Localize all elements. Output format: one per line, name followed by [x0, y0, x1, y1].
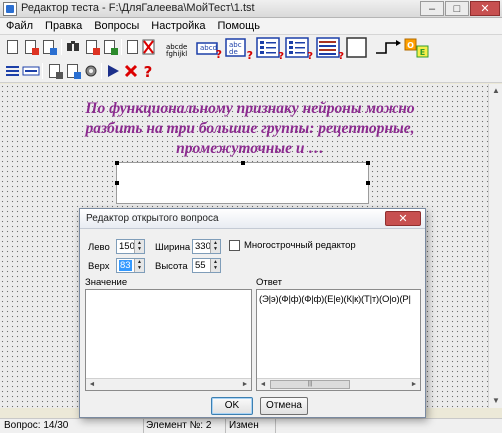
open-question-dialog: Редактор открытого вопроса ✕ Лево 150 ▲ ▼… — [79, 208, 426, 418]
menu-edit[interactable]: Правка — [39, 18, 88, 34]
menu-file[interactable]: Файл — [0, 18, 39, 34]
spin-down-icon[interactable]: ▼ — [211, 246, 220, 252]
save-test-icon[interactable] — [40, 38, 58, 56]
open-question-element-icon[interactable]: ? abcd — [196, 36, 222, 60]
svg-text:E: E — [420, 48, 425, 57]
delete-icon[interactable] — [122, 62, 140, 80]
resize-handle[interactable] — [241, 161, 245, 165]
element-number: Элемент №: 2 — [146, 420, 212, 431]
cut-icon[interactable] — [83, 38, 101, 56]
ordering-icon[interactable]: ? — [316, 36, 344, 62]
window-title: Редактор теста - F:\ДляГалеева\МойТест\1… — [21, 2, 255, 14]
connector-icon[interactable] — [374, 36, 402, 60]
menu-settings[interactable]: Настройка — [145, 18, 211, 34]
dialog-title: Редактор открытого вопроса — [86, 213, 219, 224]
status-bar: Вопрос: 14/30 Элемент №: 2 Измен — [0, 418, 502, 433]
width-label: Ширина — [155, 242, 191, 253]
scroll-up-icon[interactable]: ▲ — [489, 84, 502, 98]
scroll-down-icon[interactable]: ▼ — [489, 394, 502, 408]
scroll-left-icon[interactable]: ◄ — [257, 379, 269, 390]
answer-pattern[interactable]: (Э|э)(Ф|ф)(Ф|ф)(Е|е)(К|к)(Т|т)(О|о)(Р| — [259, 294, 411, 305]
edit-icon[interactable] — [64, 62, 82, 80]
help-icon[interactable]: ? — [139, 62, 157, 81]
menu-bar: Файл Правка Вопросы Настройка Помощь — [0, 18, 502, 35]
answer-input-element[interactable] — [115, 161, 370, 204]
left-spinner[interactable]: 150 ▲ ▼ — [116, 239, 145, 254]
resize-handle[interactable] — [115, 181, 119, 185]
scroll-right-icon[interactable]: ► — [408, 379, 420, 390]
answer-horizontal-scrollbar[interactable]: ◄ ||| ► — [257, 378, 420, 390]
toolbar-secondary: ? — [0, 59, 502, 83]
height-spinner[interactable]: 55 ▲ ▼ — [192, 258, 221, 273]
single-choice-icon[interactable]: ? — [256, 36, 284, 62]
cancel-button[interactable]: Отмена — [260, 397, 308, 415]
top-spinner[interactable]: 83 ▲ ▼ — [116, 258, 145, 273]
settings-icon[interactable] — [82, 62, 100, 80]
copy-icon[interactable] — [46, 62, 64, 80]
delete-page-icon[interactable] — [140, 38, 158, 56]
spin-down-icon[interactable]: ▼ — [211, 265, 220, 271]
height-label: Высота — [155, 261, 188, 272]
multiple-choice-icon[interactable]: ? — [285, 36, 313, 62]
open-test-icon[interactable] — [22, 38, 40, 56]
left-label: Лево — [88, 242, 110, 253]
resize-handle[interactable] — [115, 161, 119, 165]
toolbar-main: abcde fghijkl ? abcd ? abc de ? ? ? O E — [0, 35, 502, 62]
ok-button[interactable]: OK — [211, 397, 253, 415]
menu-questions[interactable]: Вопросы — [88, 18, 145, 34]
title-bar: Редактор теста - F:\ДляГалеева\МойТест\1… — [0, 0, 502, 18]
field-icon[interactable] — [22, 62, 40, 80]
svg-text:O: O — [407, 41, 414, 50]
resize-handle[interactable] — [366, 181, 370, 185]
list-icon[interactable] — [4, 62, 22, 80]
paste-icon[interactable] — [101, 38, 119, 56]
text-element-icon[interactable]: abcde fghijkl — [164, 36, 194, 60]
menu-help[interactable]: Помощь — [211, 18, 266, 34]
answer-textarea[interactable]: (Э|э)(Ф|ф)(Ф|ф)(Е|е)(К|к)(Т|т)(О|о)(Р| ◄… — [256, 289, 421, 391]
question-text[interactable]: По функциональному признаку нейроны можн… — [60, 99, 440, 159]
edit-mode: Измен — [229, 420, 259, 431]
scroll-left-icon[interactable]: ◄ — [86, 379, 98, 390]
dialog-close-button[interactable]: ✕ — [385, 211, 421, 226]
app-icon — [3, 2, 17, 16]
scroll-thumb[interactable]: ||| — [270, 380, 350, 389]
resize-handle[interactable] — [366, 161, 370, 165]
dialog-title-bar: Редактор открытого вопроса ✕ — [80, 209, 425, 229]
find-icon[interactable] — [65, 38, 83, 56]
answer-label: Ответ — [256, 277, 282, 288]
new-test-icon[interactable] — [4, 38, 22, 56]
spin-down-icon[interactable]: ▼ — [135, 246, 144, 252]
value-label: Значение — [85, 277, 128, 288]
frame-icon[interactable] — [346, 36, 368, 60]
canvas-vertical-scrollbar[interactable]: ▲ ▼ — [488, 84, 502, 408]
top-label: Верх — [88, 261, 110, 272]
question-counter: Вопрос: 14/30 — [4, 420, 69, 431]
order-elements-icon[interactable]: O E — [403, 36, 433, 60]
multiline-checkbox[interactable] — [229, 240, 240, 251]
run-icon[interactable] — [104, 62, 122, 80]
maximize-button[interactable]: □ — [445, 1, 469, 16]
scroll-right-icon[interactable]: ► — [239, 379, 251, 390]
value-textarea[interactable]: ◄ ► — [85, 289, 252, 391]
multiline-label: Многострочный редактор — [244, 240, 356, 251]
width-spinner[interactable]: 330 ▲ ▼ — [192, 239, 221, 254]
spin-down-icon[interactable]: ▼ — [135, 265, 144, 271]
svg-text:?: ? — [144, 63, 153, 80]
answer-element-icon[interactable]: ? abc de — [225, 36, 253, 60]
close-button[interactable]: ✕ — [470, 1, 500, 16]
value-horizontal-scrollbar[interactable]: ◄ ► — [86, 378, 251, 390]
minimize-button[interactable]: – — [420, 1, 444, 16]
